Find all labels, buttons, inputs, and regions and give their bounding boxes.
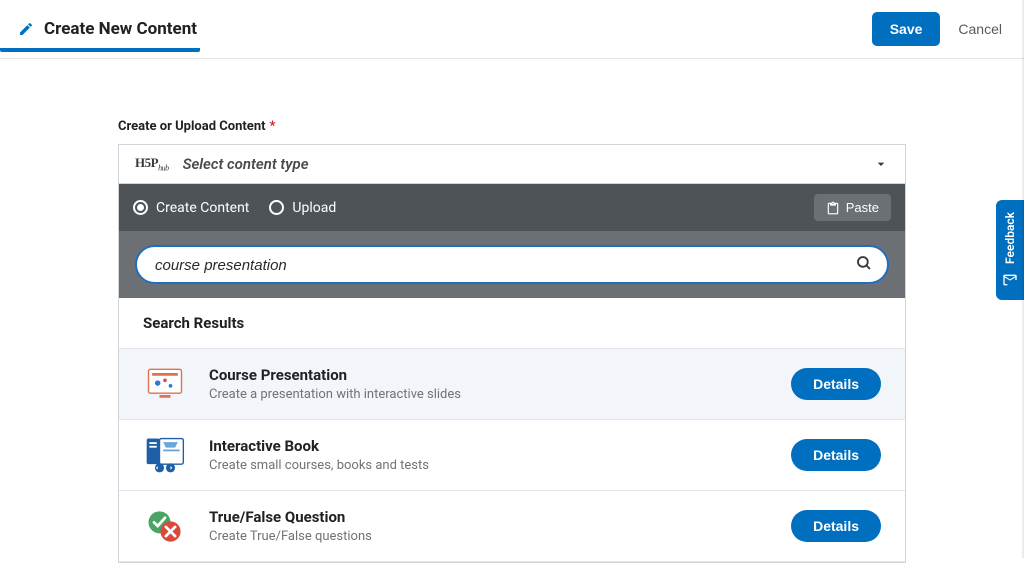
search-input[interactable]: [155, 257, 843, 274]
required-asterisk: *: [270, 119, 276, 134]
result-text: True/False Question Create True/False qu…: [209, 508, 769, 544]
hub-mode-radios: Create Content Upload: [133, 200, 336, 216]
clipboard-icon: [826, 201, 840, 215]
active-tab-indicator: [0, 48, 200, 52]
search-row: [119, 231, 905, 298]
result-row-true-false[interactable]: True/False Question Create True/False qu…: [119, 491, 905, 562]
search-icon: [855, 254, 873, 272]
chevron-down-icon[interactable]: [873, 156, 889, 172]
result-desc: Create small courses, books and tests: [209, 458, 769, 473]
radio-create-label: Create Content: [156, 200, 249, 216]
cancel-button[interactable]: Cancel: [958, 21, 1002, 37]
interactive-book-icon: [143, 434, 187, 476]
search-submit[interactable]: [855, 254, 873, 276]
radio-upload[interactable]: Upload: [269, 200, 336, 216]
result-title: Course Presentation: [209, 366, 769, 384]
result-desc: Create a presentation with interactive s…: [209, 387, 769, 402]
paste-label: Paste: [846, 200, 879, 215]
section-label-text: Create or Upload Content: [118, 119, 266, 134]
details-button[interactable]: Details: [791, 510, 881, 542]
result-title: True/False Question: [209, 508, 769, 526]
hub-header-left: H5Phub Select content type: [135, 155, 309, 173]
result-title: Interactive Book: [209, 437, 769, 455]
radio-unchecked-icon: [269, 200, 284, 215]
feedback-tab[interactable]: Feedback: [996, 200, 1024, 300]
hub-select-label: Select content type: [183, 155, 309, 173]
results-heading: Search Results: [119, 298, 905, 349]
course-presentation-icon: [143, 363, 187, 405]
true-false-icon: [143, 505, 187, 547]
result-row-course-presentation[interactable]: Course Presentation Create a presentatio…: [119, 349, 905, 420]
h5p-logo-main: H5P: [135, 155, 158, 170]
result-text: Interactive Book Create small courses, b…: [209, 437, 769, 473]
save-button[interactable]: Save: [872, 12, 941, 46]
hub-toolbar: Create Content Upload Paste: [119, 184, 905, 231]
radio-upload-label: Upload: [292, 200, 336, 216]
header-actions: Save Cancel: [872, 12, 1002, 46]
pencil-icon: [18, 21, 34, 37]
details-button[interactable]: Details: [791, 368, 881, 400]
radio-checked-icon: [133, 200, 148, 215]
header-left: Create New Content: [18, 19, 197, 39]
page-title: Create New Content: [44, 19, 197, 39]
feedback-label: Feedback: [1003, 212, 1017, 264]
details-button[interactable]: Details: [791, 439, 881, 471]
radio-create-content[interactable]: Create Content: [133, 200, 249, 216]
hub-select-header[interactable]: H5Phub Select content type: [119, 145, 905, 184]
result-row-interactive-book[interactable]: Interactive Book Create small courses, b…: [119, 420, 905, 491]
section-label: Create or Upload Content *: [118, 119, 906, 134]
content-type-hub: H5Phub Select content type Create Conten…: [118, 144, 906, 563]
result-text: Course Presentation Create a presentatio…: [209, 366, 769, 402]
search-wrap: [135, 245, 889, 284]
feedback-icon: [1002, 272, 1018, 288]
paste-button[interactable]: Paste: [814, 194, 891, 221]
h5p-logo: H5Phub: [135, 155, 169, 173]
result-desc: Create True/False questions: [209, 529, 769, 544]
main-content: Create or Upload Content * H5Phub Select …: [0, 59, 1024, 563]
h5p-logo-sub: hub: [158, 164, 169, 173]
